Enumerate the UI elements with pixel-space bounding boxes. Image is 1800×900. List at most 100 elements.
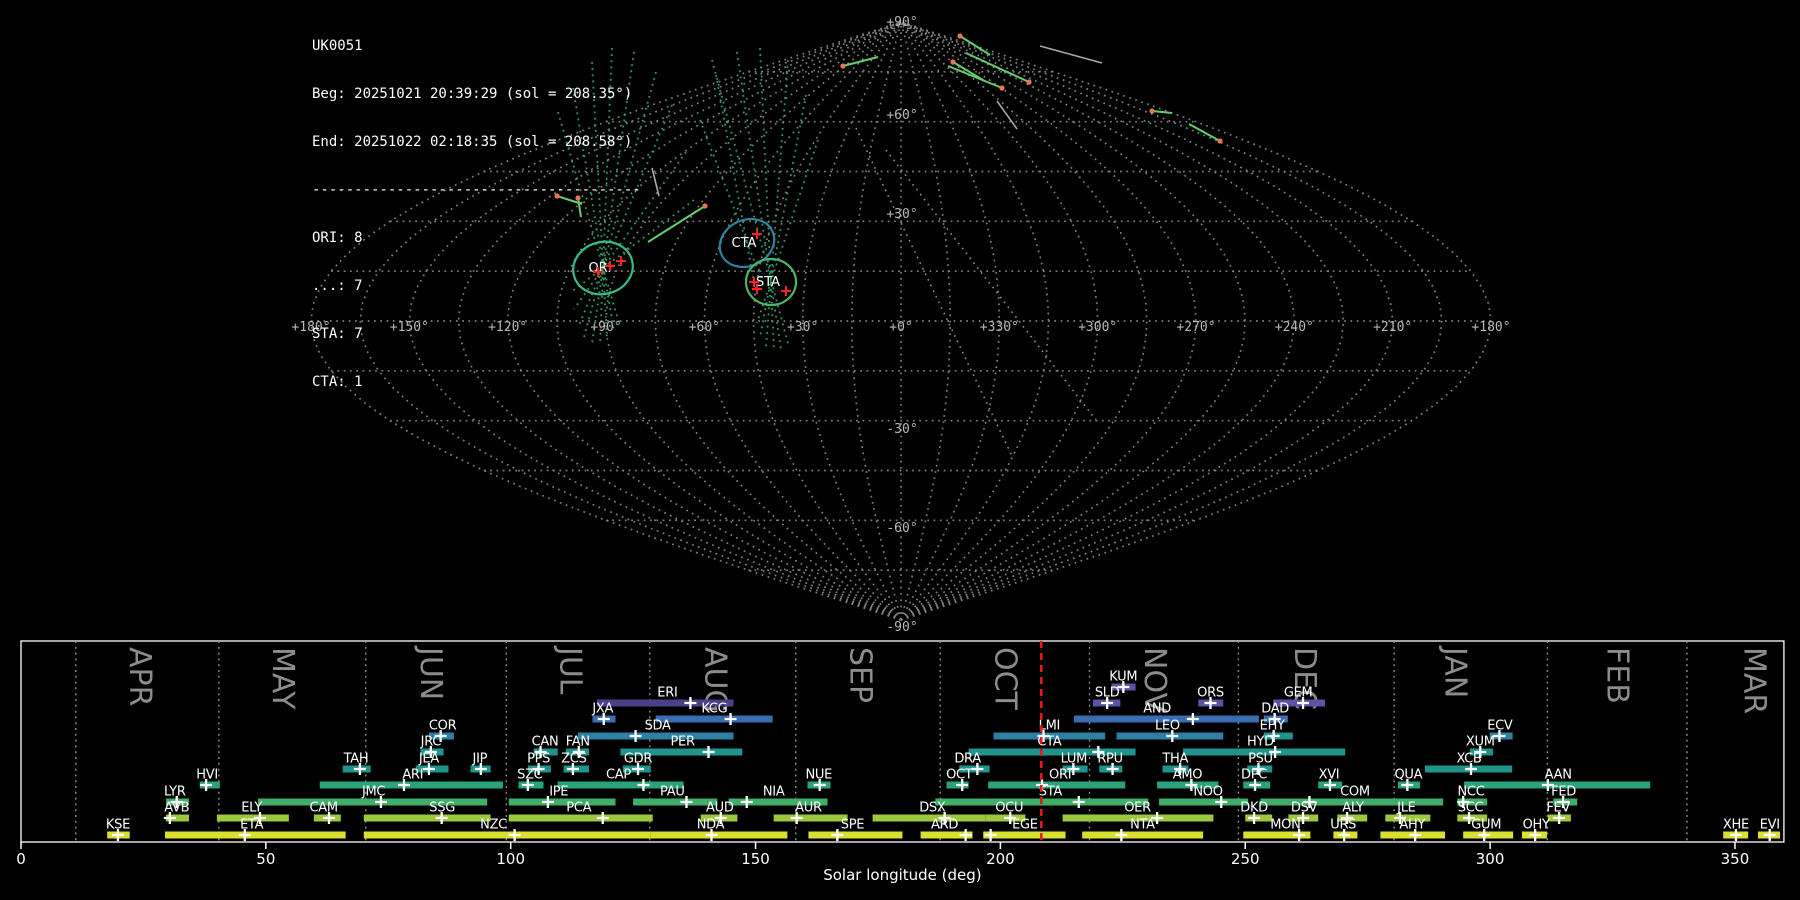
shower-label-xcb: XCB [1457, 752, 1482, 767]
shower-label-dsx: DSX [919, 801, 946, 816]
longitude-label: +330° [980, 320, 1019, 335]
trail-tip-dot [840, 63, 845, 68]
shower-label-qua: QUA [1394, 768, 1422, 783]
shower-label-pca: PCA [566, 801, 591, 816]
month-label: FEB [1599, 647, 1634, 704]
month-label: APR [122, 647, 157, 706]
shower-label-ori: ORI [1049, 768, 1071, 783]
shower-bar-ipe [509, 799, 616, 806]
shower-label-hyd: HYD [1247, 735, 1274, 750]
meteor-trail [648, 206, 705, 242]
longitude-label: +270° [1176, 320, 1215, 335]
latitude-label: +60° [886, 108, 917, 123]
session-begin: Beg: 20251021 20:39:29 (sol = 208.35°) [312, 86, 641, 102]
longitude-label: +30° [787, 320, 818, 335]
shower-label-sda: SDA [645, 719, 671, 734]
shower-label-kcg: KCG [701, 702, 727, 717]
shower-bar-nta [1082, 832, 1203, 839]
longitude-label: +300° [1078, 320, 1117, 335]
trail-tip-dot [702, 203, 707, 208]
sporadic-trail [1040, 46, 1102, 63]
shower-bar-kcg [656, 716, 773, 723]
axis-tick-label: 200 [986, 850, 1015, 868]
trail-tip-dot [1149, 108, 1154, 113]
shower-label-avb: AVB [164, 801, 189, 816]
shower-label-aur: AUR [795, 801, 822, 816]
session-info-panel: UK0051 Beg: 20251021 20:39:29 (sol = 208… [312, 6, 641, 406]
shower-bar-noo [1159, 799, 1248, 806]
shower-label-can: CAN [532, 735, 559, 750]
latitude-label: -90° [886, 620, 917, 635]
trail-tip-dot [957, 33, 962, 38]
shower-label-cap: CAP [606, 768, 631, 783]
shower-peak-marker [1073, 796, 1085, 808]
session-end: End: 20251022 02:18:35 (sol = 208.58°) [312, 134, 641, 150]
latitude-label: +30° [886, 207, 917, 222]
shower-label-scc: SCC [1458, 801, 1484, 816]
meteor-track [716, 75, 756, 293]
shower-peak-marker [960, 829, 972, 841]
meteor-trail [1189, 124, 1220, 141]
month-label: MAR [1737, 647, 1772, 714]
shower-bar-eta [165, 832, 346, 839]
shower-bar-dsx [873, 815, 986, 822]
axis-tick-label: 100 [496, 850, 525, 868]
shower-label-ege: EGE [1012, 818, 1038, 833]
shower-label-eri: ERI [657, 686, 677, 701]
shower-label-nta: NTA [1130, 818, 1155, 833]
shower-label-mon: MON [1270, 818, 1300, 833]
month-label: MAY [265, 647, 300, 710]
separator-line: --------------------------------------- [312, 182, 641, 198]
shower-peak-marker [630, 730, 642, 742]
x-axis-title: Solar longitude (deg) [823, 866, 981, 884]
shower-label-per: PER [670, 735, 694, 750]
axis-tick-label: 50 [256, 850, 275, 868]
shower-label-dsv: DSV [1291, 801, 1318, 816]
shower-label-pau: PAU [660, 785, 685, 800]
shower-label-cam: CAM [309, 801, 337, 816]
radiant-map-and-activity-chart: +180°+150°+120°+90°+60°+30°+0°+330°+300°… [0, 0, 1800, 900]
shower-label-jxa: JXA [591, 702, 613, 717]
shower-label-com: COM [1340, 785, 1370, 800]
count-cta: CTA: 1 [312, 374, 641, 390]
month-label: SEP [842, 647, 877, 703]
shower-label-lyr: LYR [164, 785, 186, 800]
sporadic-track [856, 128, 1012, 456]
shower-peak-marker [597, 812, 609, 824]
shower-label-tah: TAH [343, 752, 369, 767]
shower-bar-pca [509, 815, 653, 822]
shower-label-cor: COR [429, 719, 457, 734]
shower-label-oer: OER [1124, 801, 1151, 816]
shower-peak-marker [703, 746, 715, 758]
latitude-label: -60° [886, 521, 917, 536]
longitude-label: +210° [1373, 320, 1412, 335]
shower-peak-marker [741, 796, 753, 808]
shower-peak-marker [684, 697, 696, 709]
axis-tick-label: 350 [1721, 850, 1750, 868]
shower-bar-sda [578, 733, 734, 740]
shower-bar-spe [808, 832, 902, 839]
month-label: JUL [552, 645, 587, 695]
month-label: JUN [413, 645, 448, 700]
shower-label-ncc: NCC [1458, 785, 1485, 800]
count-sta: STA: 7 [312, 326, 641, 342]
shower-peak-marker [509, 829, 521, 841]
shower-label-tha: THA [1161, 752, 1188, 767]
sporadic-trail [997, 101, 1017, 129]
graticule-meridian [901, 22, 1393, 620]
latitude-label: -30° [886, 422, 917, 437]
meteor-trail [960, 36, 990, 55]
longitude-label: +0° [889, 320, 912, 335]
trail-tip-dot [999, 85, 1004, 90]
count-ori: ORI: 8 [312, 230, 641, 246]
shower-label-psu: PSU [1248, 752, 1273, 767]
shower-label-nia: NIA [763, 785, 785, 800]
shower-bar-ari [320, 782, 503, 789]
latitude-label: +90° [886, 15, 917, 30]
shower-label-ohy: OHY [1523, 818, 1550, 833]
shower-peak-marker [985, 829, 997, 841]
shower-label-ahy: AHY [1399, 818, 1425, 833]
shower-label-nzc: NZC [480, 818, 507, 833]
meteor-trail [1152, 111, 1172, 113]
shower-bar-nzc [364, 832, 651, 839]
